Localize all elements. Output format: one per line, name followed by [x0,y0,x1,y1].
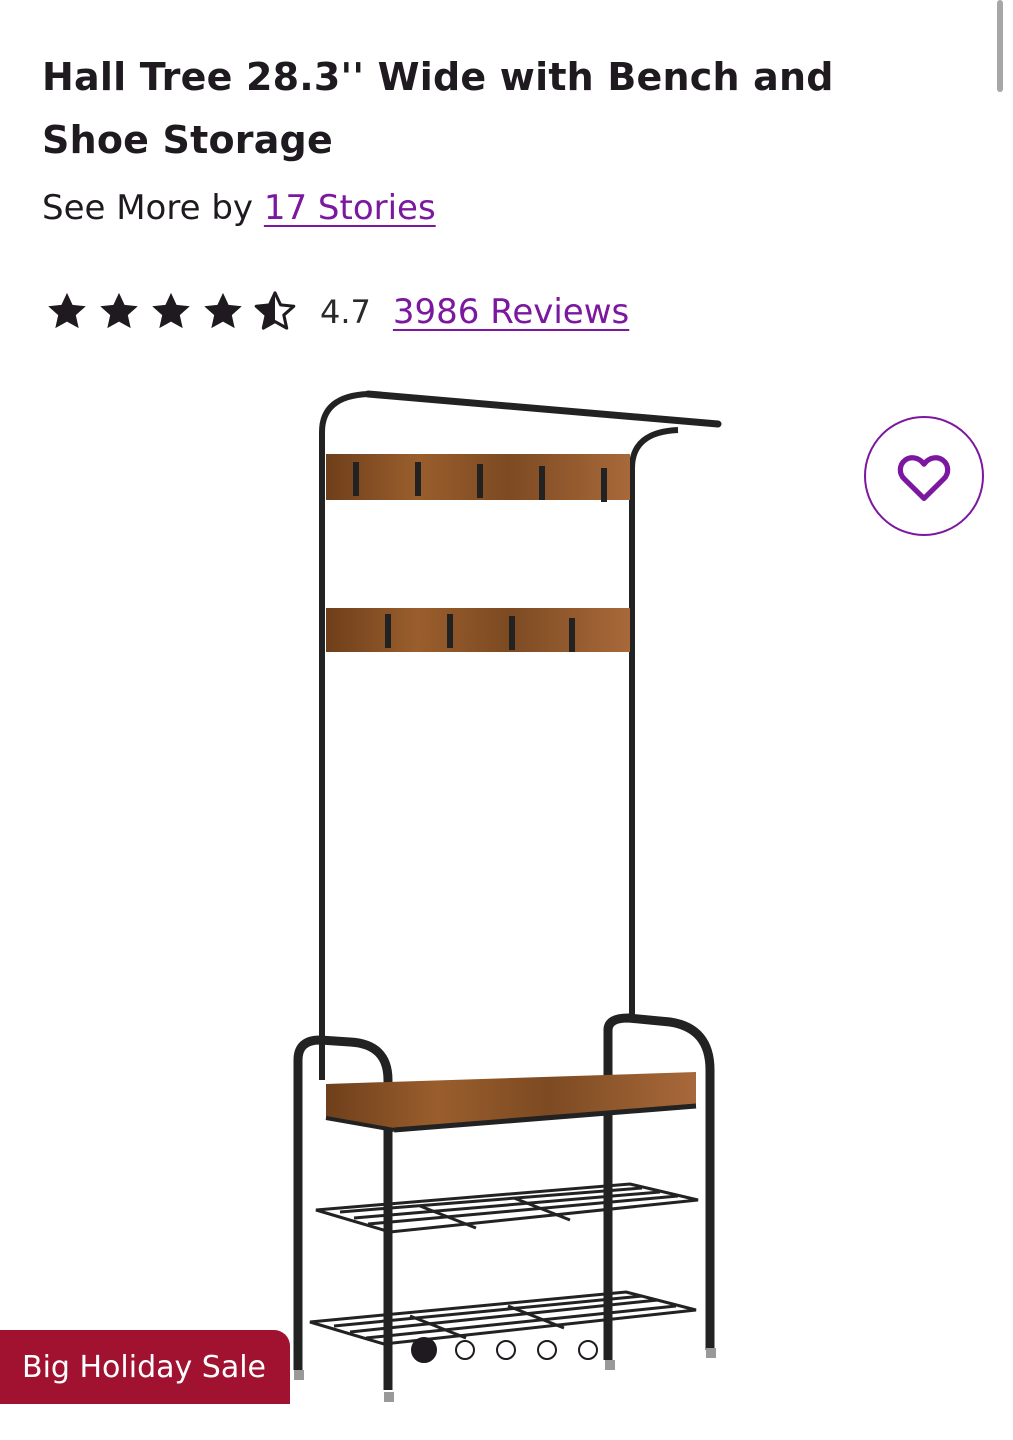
half-star-icon [254,291,296,330]
star-icon [152,292,190,329]
scrollbar[interactable] [997,0,1003,92]
favorite-button[interactable] [864,416,984,536]
reviews-link[interactable]: 3986 Reviews [393,292,629,332]
carousel-dot-1[interactable] [411,1337,437,1363]
product-title: Hall Tree 28.3'' Wide with Bench and Sho… [42,55,834,162]
carousel-dot-4[interactable] [537,1340,557,1360]
product-image[interactable] [250,380,770,1410]
heart-icon [897,455,951,502]
rating-row: 4.7 3986 Reviews [44,287,629,337]
see-more-label: See More by [42,188,254,228]
see-more-by: See More by 17 Stories [42,184,436,232]
sale-badge: Big Holiday Sale [0,1330,290,1404]
star-rating [44,289,304,335]
carousel-dot-3[interactable] [496,1340,516,1360]
star-icon [48,292,86,329]
star-icon [204,292,242,329]
carousel-dot-2[interactable] [455,1340,475,1360]
carousel-dots [411,1337,619,1363]
star-icon [100,292,138,329]
brand-link[interactable]: 17 Stories [264,188,436,228]
rating-value: 4.7 [320,293,371,331]
carousel-dot-5[interactable] [578,1340,598,1360]
